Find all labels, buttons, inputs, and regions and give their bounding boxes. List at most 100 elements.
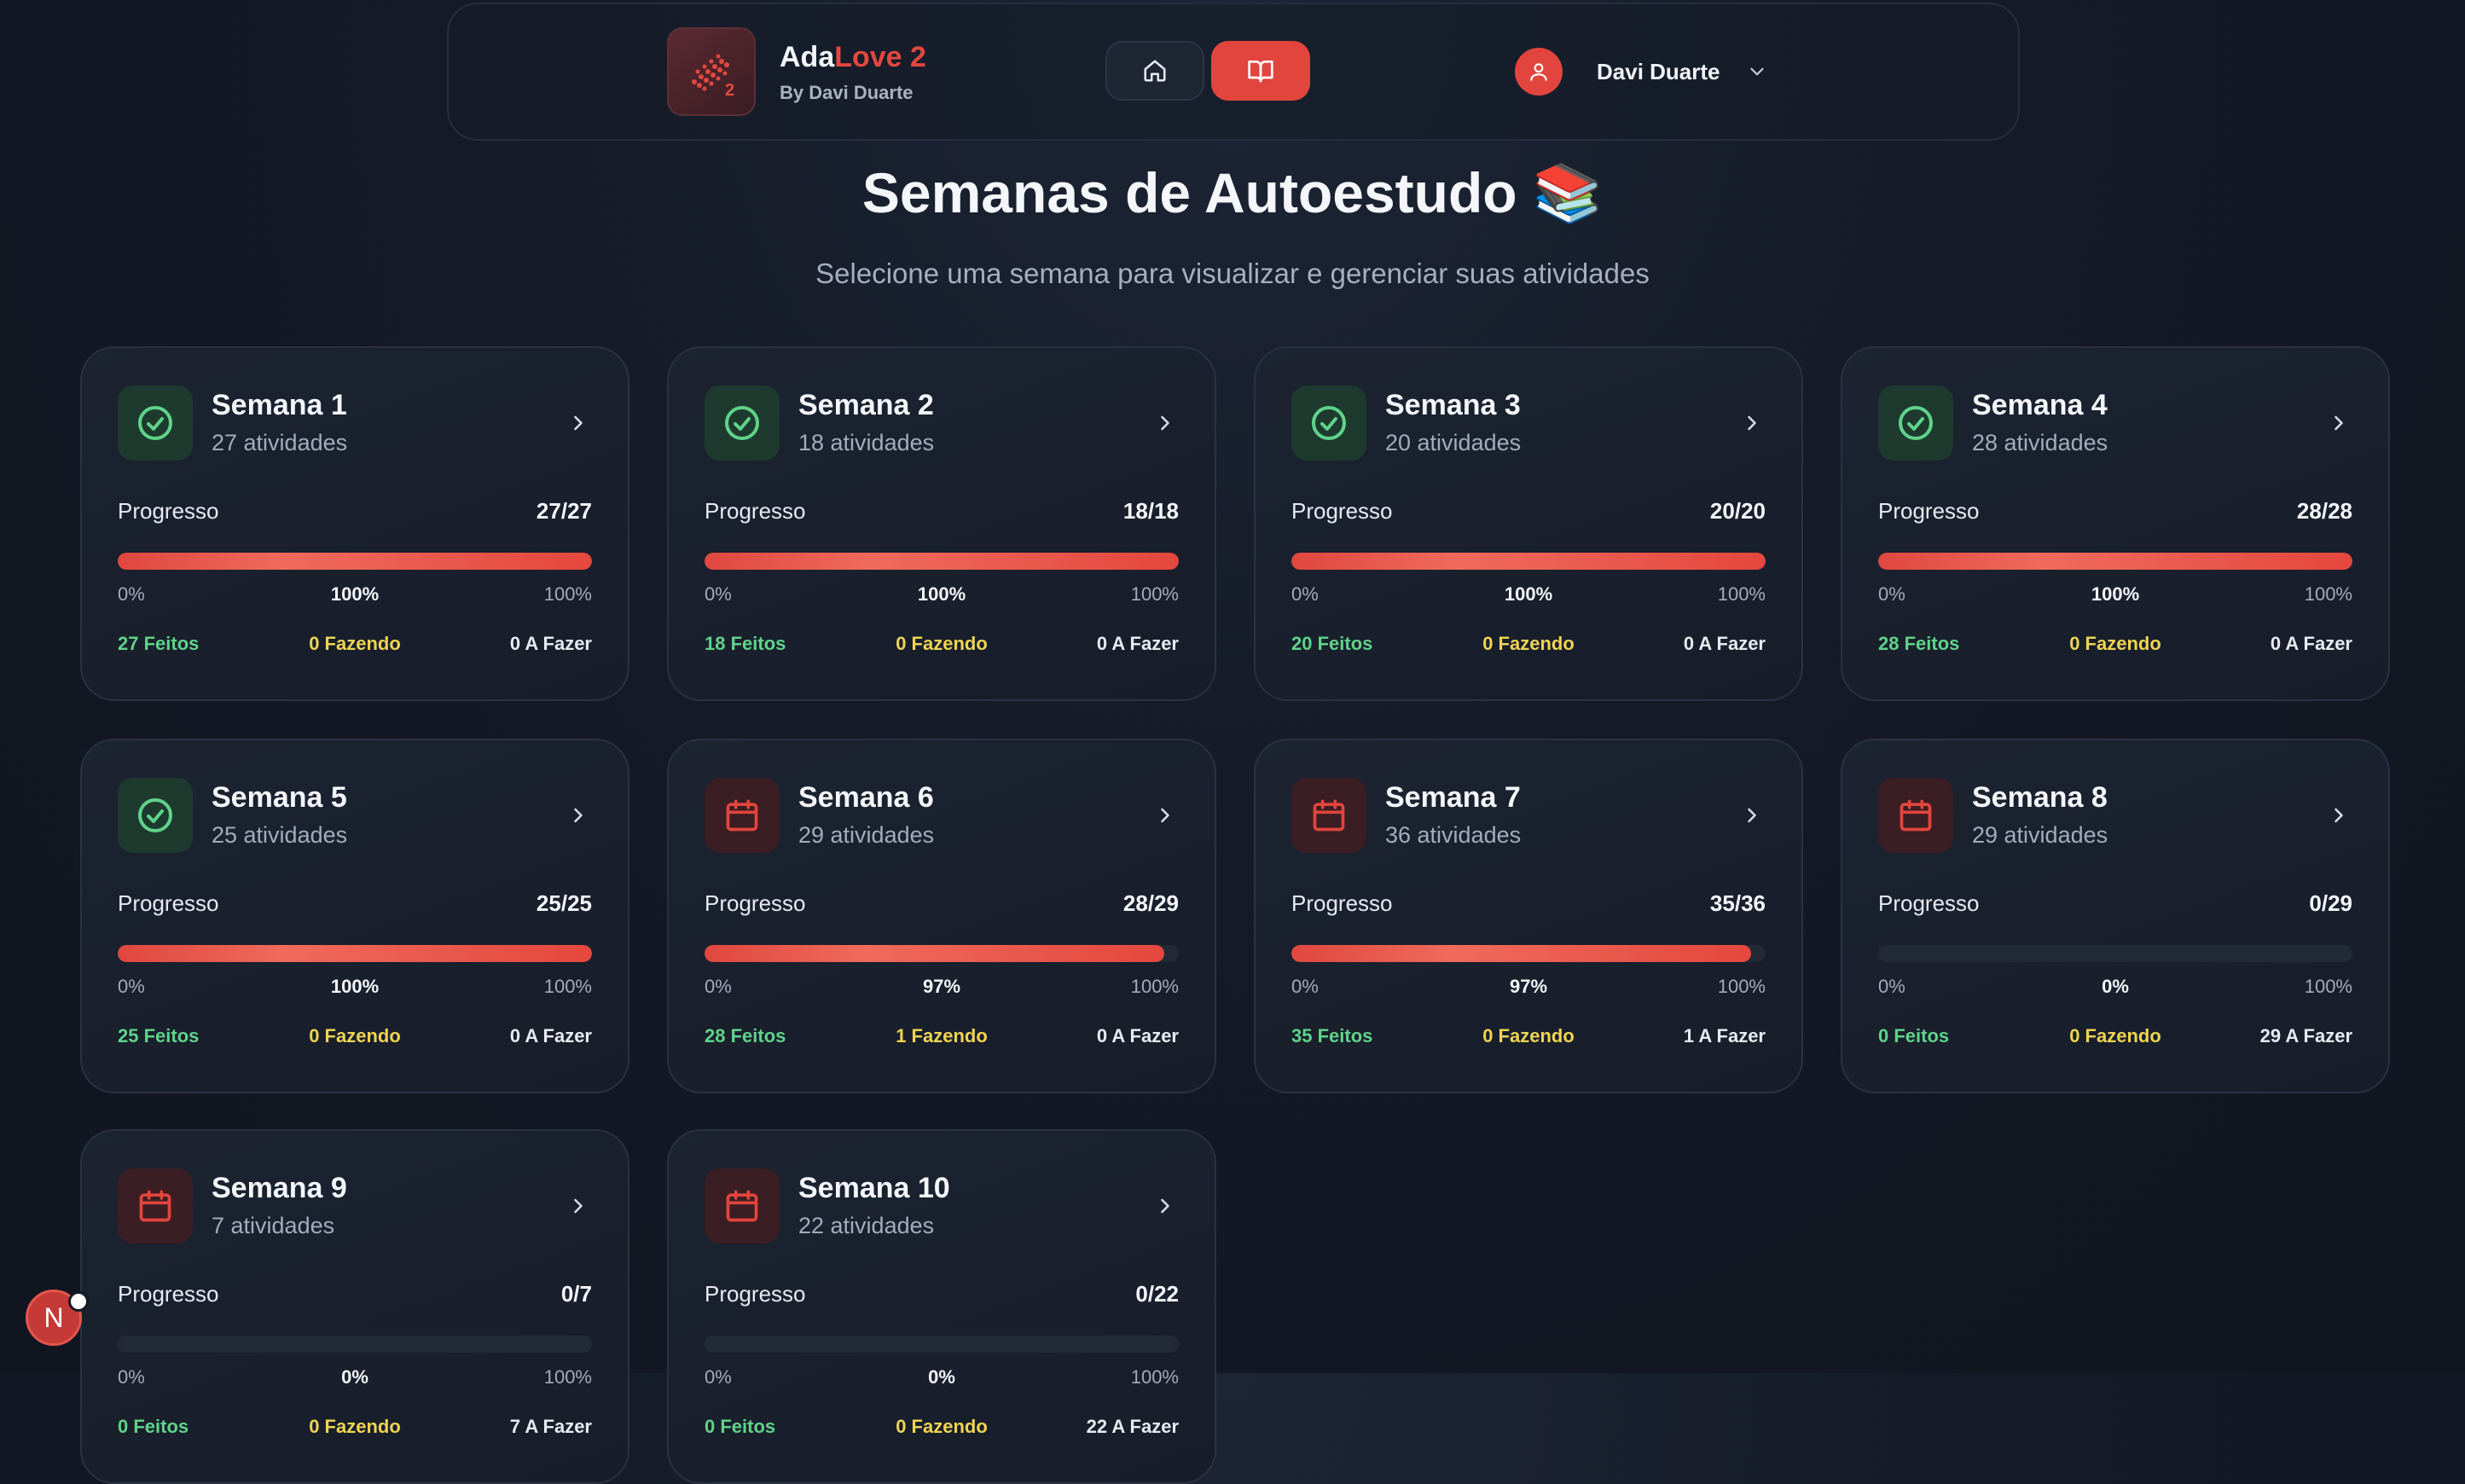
progress-bar [118,553,592,570]
user-menu[interactable]: Davi Duarte [1515,41,1768,102]
chevron-right-icon[interactable] [1153,1194,1177,1218]
progress-fill [1291,945,1752,962]
page-title: Semanas de Autoestudo 📚 [861,161,1604,224]
progress-max-label: 100% [543,583,592,605]
user-name: Davi Duarte [1597,58,1720,84]
progress-bar [118,1336,592,1353]
chevron-right-icon[interactable] [2327,803,2351,827]
home-icon [1144,60,1166,82]
chevron-right-icon[interactable] [1153,411,1177,435]
week-card[interactable]: Semana 3 20 atividades Progresso 20/20 0% 100… [1254,346,1803,701]
progress-bar [118,945,592,962]
week-activity-count: 7 atividades [212,1213,335,1238]
week-card[interactable]: Semana 2 18 atividades Progresso 18/18 0% 100… [667,346,1216,701]
progress-label: Progresso [118,890,219,916]
todo-count: 1 A Fazer [1683,1025,1766,1046]
week-activity-count: 36 atividades [1385,822,1522,848]
calendar-icon [705,1168,780,1243]
progress-fill [705,945,1165,962]
week-card[interactable]: Semana 4 28 atividades Progresso 28/28 0% 100… [1841,346,2390,701]
todo-count: 0 A Fazer [1096,633,1179,654]
chevron-right-icon[interactable] [1153,803,1177,827]
calendar-icon [118,1168,193,1243]
svg-text:2: 2 [725,81,734,100]
avatar [1515,48,1563,96]
progress-bar [1291,553,1766,570]
week-name: Semana 9 [212,1172,347,1204]
progress-label: Progresso [1878,890,1980,916]
todo-count: 0 A Fazer [509,633,592,654]
week-activity-count: 25 atividades [212,822,348,848]
todo-count: 0 A Fazer [509,1025,592,1046]
week-name: Semana 4 [1972,389,2108,421]
progress-fill [118,945,592,962]
app-logo[interactable]: 2 [667,27,756,116]
brand-main: Ada [780,41,835,73]
chevron-right-icon[interactable] [566,1194,590,1218]
progress-value: 27/27 [536,498,592,524]
calendar-icon [705,778,780,853]
week-activity-count: 28 atividades [1972,430,2108,455]
progress-value: 25/25 [536,890,592,916]
week-name: Semana 6 [798,781,934,814]
check-circle-icon [1878,385,1953,461]
week-card[interactable]: Semana 5 25 atividades Progresso 25/25 0% 100… [80,739,629,1093]
progress-value: 28/29 [1122,890,1179,916]
todo-count: 0 A Fazer [2270,633,2352,654]
week-activity-count: 29 atividades [1972,822,2108,848]
home-button[interactable] [1105,41,1204,101]
brand-title: AdaLove 2 [780,41,926,74]
progress-label: Progresso [705,1281,806,1307]
check-circle-icon [1291,385,1366,461]
self-study-button[interactable] [1211,41,1310,101]
progress-label: Progresso [1291,890,1393,916]
week-card[interactable]: Semana 1 27 atividades Progresso 27/27 0% 100… [80,346,629,701]
chevron-down-icon[interactable] [1746,61,1768,83]
todo-count: 29 A Fazer [2259,1025,2352,1046]
week-card[interactable]: Semana 6 29 atividades Progresso 28/29 0% 97%… [667,739,1216,1093]
week-name: Semana 5 [212,781,347,814]
week-name: Semana 3 [1385,389,1521,421]
brand-subtitle: By Davi Duarte [780,82,914,103]
progress-bar [705,1336,1179,1353]
progress-value: 0/29 [2309,890,2352,916]
chevron-right-icon[interactable] [566,803,590,827]
week-activity-count: 29 atividades [798,822,935,848]
progress-fill [705,553,1179,570]
progress-max-label: 100% [1717,583,1766,605]
chevron-right-icon[interactable] [1740,411,1764,435]
progress-label: Progresso [118,498,219,524]
progress-label: Progresso [705,890,806,916]
week-activity-count: 22 atividades [798,1213,935,1238]
week-card[interactable]: Semana 8 29 atividades Progresso 0/29 0% 0% 10… [1841,739,2390,1093]
week-card[interactable]: Semana 10 22 atividades Progresso 0/22 0% 0% 1… [667,1129,1216,1484]
progress-label: Progresso [1291,498,1393,524]
notification-dot [68,1291,89,1312]
week-card[interactable]: Semana 97 atividades Progresso 0/7 0% 0% 100%… [80,1129,629,1484]
progress-fill [118,553,592,570]
week-card[interactable]: Semana 7 36 atividades Progresso 35/36 0% 97%… [1254,739,1803,1093]
progress-value: 35/36 [1709,890,1766,916]
progress-value: 28/28 [2296,498,2352,524]
progress-value: 0/22 [1135,1281,1179,1307]
chevron-right-icon[interactable] [566,411,590,435]
chevron-right-icon[interactable] [2327,411,2351,435]
week-name: Semana 7 [1385,781,1521,814]
calendar-icon [1291,778,1366,853]
brand-accent: Love 2 [834,41,926,73]
progress-bar [705,553,1179,570]
progress-max-label: 100% [1717,976,1766,997]
progress-bar [705,945,1179,962]
week-name: Semana 1 [212,389,347,421]
progress-label: Progresso [118,1281,219,1307]
todo-count: 0 A Fazer [1096,1025,1179,1046]
check-circle-icon [705,385,780,461]
check-circle-icon [118,385,193,461]
progress-bar [1291,945,1766,962]
week-activity-count: 20 atividades [1385,430,1522,455]
progress-fill [1291,553,1766,570]
progress-fill [1878,553,2352,570]
todo-count: 7 A Fazer [509,1416,592,1437]
week-name: Semana 8 [1972,781,2108,814]
chevron-right-icon[interactable] [1740,803,1764,827]
